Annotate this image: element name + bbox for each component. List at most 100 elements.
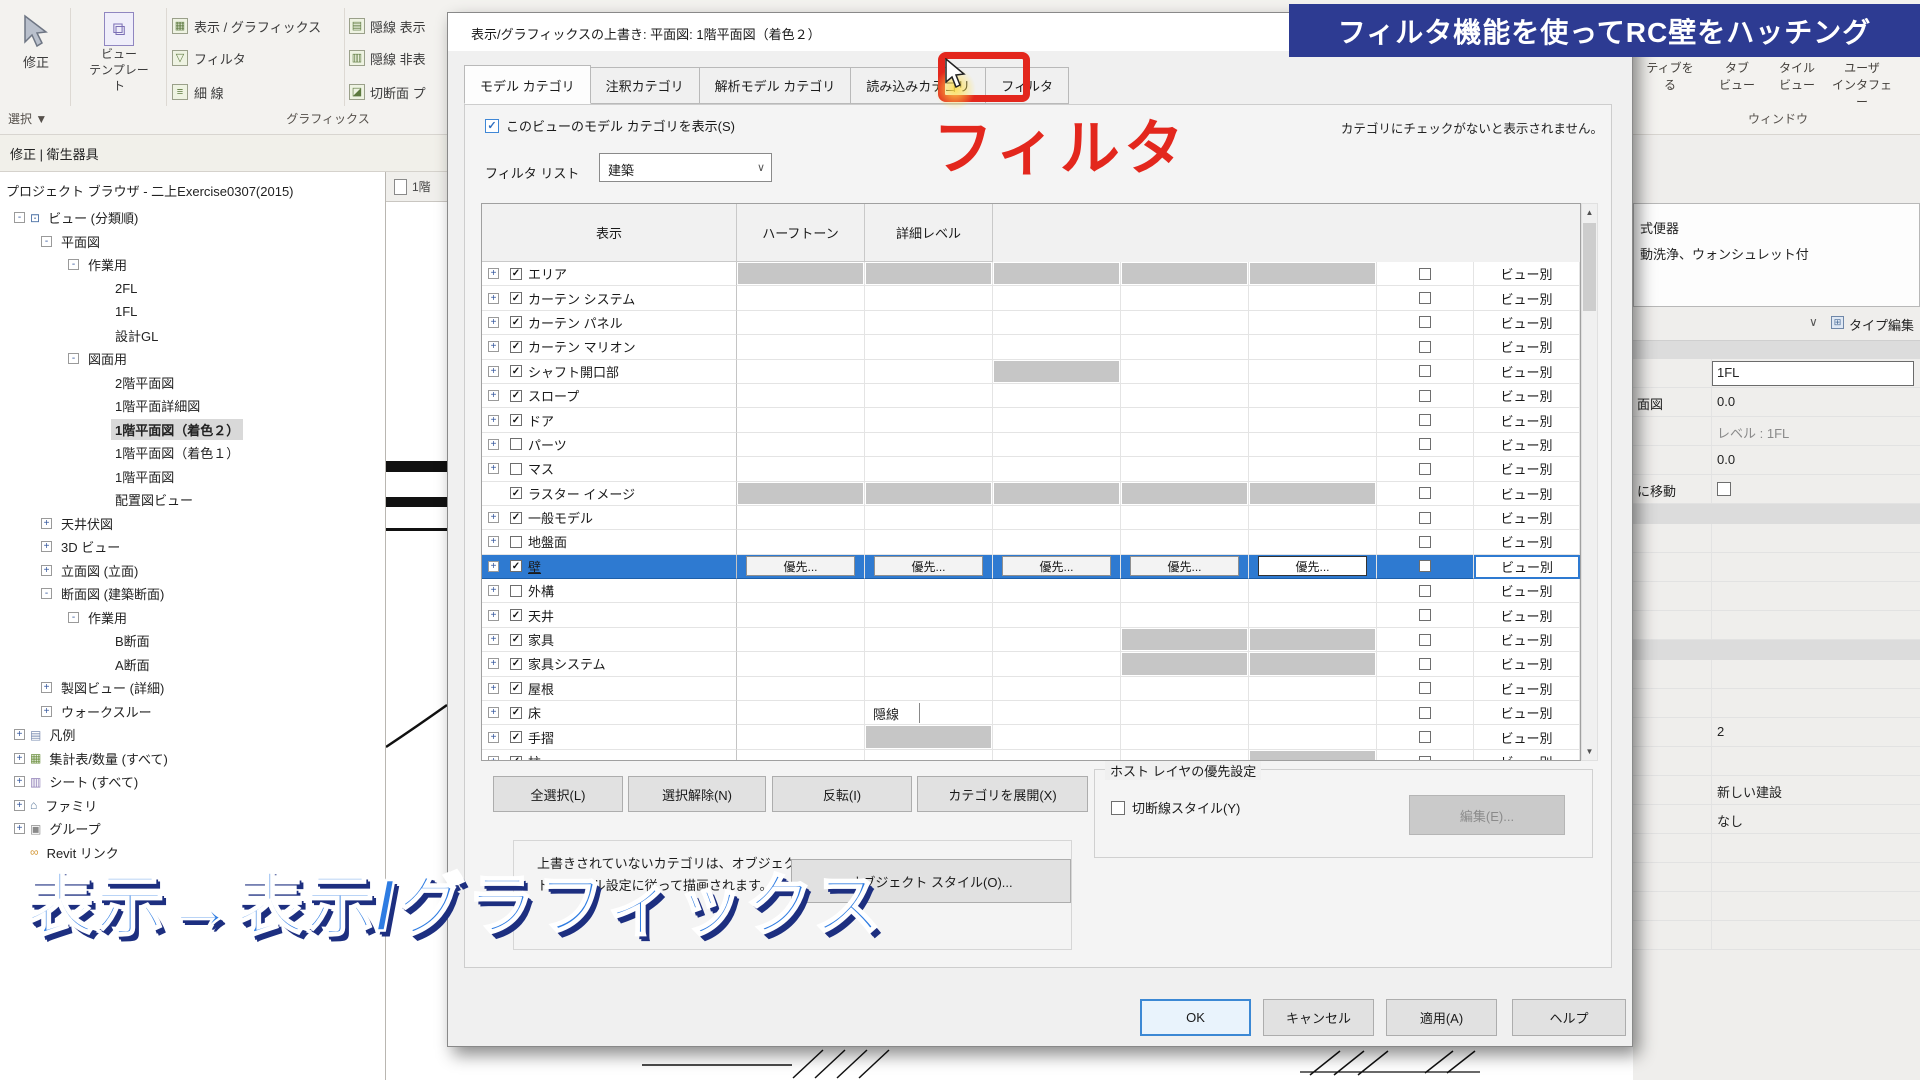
override-cell-psTrans[interactable]: 優先... — [993, 555, 1121, 579]
category-row[interactable]: +柱ビュー別 — [482, 750, 1580, 760]
category-visibility-checkbox[interactable] — [510, 487, 522, 499]
expand-plus-icon[interactable]: + — [41, 706, 52, 717]
override-cell-psTrans[interactable] — [993, 603, 1121, 627]
expand-plus-icon[interactable]: + — [488, 536, 499, 547]
override-cell-psPattern[interactable] — [865, 335, 993, 359]
category-visibility-checkbox[interactable] — [510, 731, 522, 743]
override-cell-cutLine[interactable] — [1121, 286, 1249, 310]
override-cell-cutPattern[interactable] — [1249, 360, 1377, 384]
halftone-cell[interactable] — [1377, 360, 1474, 384]
override-cell-cutPattern[interactable] — [1249, 433, 1377, 457]
override-cell-cutPattern[interactable] — [1249, 286, 1377, 310]
halftone-checkbox[interactable] — [1419, 585, 1431, 597]
detail-level-cell[interactable]: ビュー別 — [1474, 360, 1580, 384]
halftone-checkbox[interactable] — [1419, 438, 1431, 450]
ribbon-fragment[interactable]: ユーザインタフェー — [1827, 60, 1897, 111]
detail-level-cell[interactable]: ビュー別 — [1474, 311, 1580, 335]
override-cell-cutPattern[interactable] — [1249, 457, 1377, 481]
override-cell-psTrans[interactable] — [993, 506, 1121, 530]
detail-level-cell[interactable]: ビュー別 — [1474, 701, 1580, 725]
type-selector-chevron-icon[interactable]: ∨ — [1809, 315, 1818, 329]
expand-plus-icon[interactable]: + — [41, 682, 52, 693]
tree-item[interactable]: A断面 — [0, 653, 386, 677]
override-cell-cutLine[interactable] — [1121, 579, 1249, 603]
category-row[interactable]: +スロープビュー別 — [482, 384, 1580, 408]
tree-item[interactable]: +製図ビュー (詳細) — [0, 676, 386, 700]
cut-profile-button[interactable]: ◪ 切断面 プ — [349, 80, 449, 104]
detail-level-cell[interactable]: ビュー別 — [1474, 482, 1580, 506]
override-cell-cutPattern[interactable] — [1249, 335, 1377, 359]
override-cell-cutPattern[interactable] — [1249, 725, 1377, 749]
override-cell-psLine[interactable] — [737, 482, 865, 506]
category-visibility-checkbox[interactable] — [510, 658, 522, 670]
tab-0[interactable]: モデル カテゴリ — [464, 65, 591, 104]
detail-level-cell[interactable]: ビュー別 — [1474, 384, 1580, 408]
tree-item[interactable]: B断面 — [0, 629, 386, 653]
halftone-cell[interactable] — [1377, 750, 1474, 760]
expand-plus-icon[interactable]: + — [488, 658, 499, 669]
halftone-cell[interactable] — [1377, 335, 1474, 359]
category-visibility-checkbox[interactable] — [510, 365, 522, 377]
halftone-checkbox[interactable] — [1419, 414, 1431, 426]
override-cell-cutPattern[interactable] — [1249, 482, 1377, 506]
tree-item[interactable]: +天井伏図 — [0, 512, 386, 536]
modify-button[interactable]: 修正 — [6, 10, 66, 88]
category-visibility-checkbox[interactable] — [510, 560, 522, 572]
category-row[interactable]: +家具ビュー別 — [482, 628, 1580, 652]
ribbon-fragment[interactable]: タイルビュー — [1762, 60, 1832, 94]
show-hidden-lines-button[interactable]: ▤ 隠線 表示 — [349, 14, 449, 38]
tree-item[interactable]: 設計GL — [0, 324, 386, 348]
scroll-up-icon[interactable]: ▲ — [1582, 204, 1597, 221]
halftone-checkbox[interactable] — [1419, 682, 1431, 694]
halftone-checkbox[interactable] — [1419, 341, 1431, 353]
override-cell-cutLine[interactable] — [1121, 457, 1249, 481]
expand-plus-icon[interactable]: + — [488, 366, 499, 377]
halftone-checkbox[interactable] — [1419, 634, 1431, 646]
tree-item[interactable]: +▤凡例 — [0, 723, 386, 747]
tree-item[interactable]: 1階平面図 — [0, 465, 386, 489]
halftone-checkbox[interactable] — [1419, 390, 1431, 402]
override-cell-psTrans[interactable] — [993, 652, 1121, 676]
tree-item[interactable]: -平面図 — [0, 230, 386, 254]
override-cell-psTrans[interactable] — [993, 457, 1121, 481]
category-row[interactable]: +カーテン パネルビュー別 — [482, 311, 1580, 335]
override-cell-psLine[interactable] — [737, 603, 865, 627]
override-cell-psLine[interactable] — [737, 628, 865, 652]
expand-plus-icon[interactable]: + — [488, 634, 499, 645]
halftone-checkbox[interactable] — [1419, 536, 1431, 548]
invert-button[interactable]: 反転(I) — [772, 776, 912, 812]
override-cell-cutLine[interactable] — [1121, 677, 1249, 701]
tree-item[interactable]: +▣グループ — [0, 817, 386, 841]
apply-button[interactable]: 適用(A) — [1386, 999, 1497, 1036]
halftone-checkbox[interactable] — [1419, 756, 1431, 761]
halftone-checkbox[interactable] — [1419, 658, 1431, 670]
expand-plus-icon[interactable]: + — [488, 341, 499, 352]
override-cell-psPattern[interactable] — [865, 262, 993, 286]
halftone-checkbox[interactable] — [1419, 463, 1431, 475]
override-cell-cutPattern[interactable] — [1249, 506, 1377, 530]
halftone-checkbox[interactable] — [1419, 512, 1431, 524]
override-cell-psTrans[interactable] — [993, 628, 1121, 652]
override-cell-cutLine[interactable] — [1121, 701, 1249, 725]
override-cell-psLine[interactable] — [737, 530, 865, 554]
halftone-cell[interactable] — [1377, 555, 1474, 579]
filter-ribbon-button[interactable]: ▽ フィルタ — [172, 46, 342, 70]
override-cell-psTrans[interactable] — [993, 750, 1121, 760]
override-button[interactable]: 優先... — [1002, 556, 1111, 576]
expand-plus-icon[interactable]: + — [488, 268, 499, 279]
tree-item[interactable]: -図面用 — [0, 347, 386, 371]
detail-level-cell[interactable]: ビュー別 — [1474, 506, 1580, 530]
override-cell-cutPattern[interactable]: 優先... — [1249, 555, 1377, 579]
detail-level-cell[interactable]: ビュー別 — [1474, 555, 1580, 579]
override-cell-psTrans[interactable] — [993, 482, 1121, 506]
detail-level-cell[interactable]: ビュー別 — [1474, 652, 1580, 676]
halftone-checkbox[interactable] — [1419, 365, 1431, 377]
override-cell-psTrans[interactable] — [993, 530, 1121, 554]
thin-lines-button[interactable]: ≡ 細 線 — [172, 80, 342, 104]
override-cell-psTrans[interactable] — [993, 360, 1121, 384]
expand-plus-icon[interactable]: + — [14, 823, 25, 834]
override-cell-psLine[interactable] — [737, 701, 865, 725]
override-cell-psLine[interactable] — [737, 384, 865, 408]
halftone-cell[interactable] — [1377, 433, 1474, 457]
override-cell-psPattern[interactable] — [865, 725, 993, 749]
